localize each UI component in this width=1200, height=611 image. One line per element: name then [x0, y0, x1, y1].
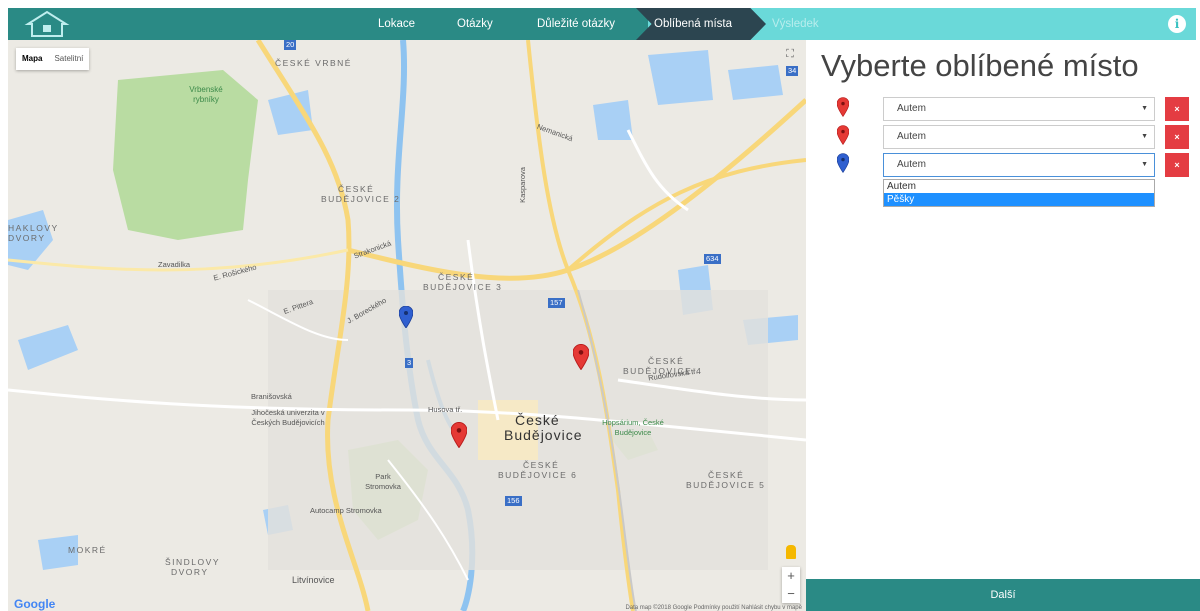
- map-label: Litvínovice: [292, 575, 335, 585]
- step-navigation: Lokace Otázky Důležité otázky Oblíbená m…: [8, 8, 1196, 40]
- transport-select[interactable]: Autem ▼: [883, 153, 1155, 177]
- map-label: Zavadilka: [158, 260, 191, 269]
- info-icon[interactable]: i: [1168, 15, 1186, 33]
- chevron-down-icon: ▼: [1141, 105, 1148, 112]
- road-badge: 156: [505, 496, 522, 506]
- map-view[interactable]: Mapa Satelitní ⛶ ČESKÉ VRBNÉ Vrbenské ry…: [8, 40, 806, 611]
- nav-item-lokace[interactable]: Lokace: [378, 8, 415, 40]
- nav-item-dulezite-otazky[interactable]: Důležité otázky: [537, 8, 615, 40]
- transport-select[interactable]: Autem ▼: [883, 125, 1155, 149]
- map-label: ČESKÉ: [338, 184, 375, 194]
- map-attribution[interactable]: Data map ©2018 Google Podmínky použití N…: [625, 605, 802, 611]
- transport-dropdown-list: Autem Pěšky: [883, 179, 1155, 207]
- home-logo-icon[interactable]: [22, 10, 72, 38]
- map-marker-blue[interactable]: [399, 306, 413, 328]
- map-label: Park Stromovka: [365, 472, 401, 491]
- map-label: ČESKÉ: [438, 272, 475, 282]
- map-label: Husova tř.: [428, 405, 463, 414]
- nav-item-otazky[interactable]: Otázky: [457, 8, 493, 40]
- transport-select-value: Autem: [897, 159, 926, 170]
- delete-button[interactable]: ×: [1165, 97, 1189, 121]
- transport-select-value: Autem: [897, 131, 926, 142]
- nav-item-oblibena-mista[interactable]: Oblíbená místa: [654, 8, 732, 40]
- fullscreen-icon[interactable]: ⛶: [782, 46, 798, 62]
- favorite-places-panel: Vyberte oblíbené místo Autem ▼ × Autem ▼…: [806, 40, 1200, 611]
- map-pin-red-icon: [837, 125, 849, 145]
- page-title: Vyberte oblíbené místo: [821, 48, 1139, 83]
- google-logo: Google: [14, 597, 56, 611]
- map-marker-red[interactable]: [451, 422, 467, 448]
- map-label: MOKRÉ: [68, 545, 107, 555]
- map-label-city: Budějovice: [504, 427, 583, 443]
- map-label: ČESKÉ: [523, 460, 560, 470]
- map-label: Branišovská: [251, 392, 292, 401]
- map-label: Autocamp Stromovka: [310, 506, 382, 515]
- map-label: ŠINDLOVY: [165, 557, 220, 567]
- map-label: Kasparova: [517, 167, 527, 203]
- delete-button[interactable]: ×: [1165, 153, 1189, 177]
- transport-select[interactable]: Autem ▼: [883, 97, 1155, 121]
- road-badge: 634: [704, 254, 721, 264]
- road-badge: 3: [405, 358, 414, 368]
- map-label: BUDĚJOVICE 6: [498, 470, 578, 480]
- zoom-in-button[interactable]: +: [782, 567, 800, 585]
- map-label: DVORY: [8, 233, 46, 243]
- street-view-pegman-icon[interactable]: [786, 545, 796, 559]
- next-button[interactable]: Další: [806, 579, 1200, 611]
- map-type-map[interactable]: Mapa: [16, 48, 48, 70]
- map-label: Jihočeská univerzita v Českých Budějovic…: [251, 408, 325, 427]
- map-label: ČESKÉ: [708, 470, 745, 480]
- map-pin-red-icon: [837, 97, 849, 117]
- map-type-satellite[interactable]: Satelitní: [48, 48, 89, 70]
- chevron-down-icon: ▼: [1141, 133, 1148, 140]
- place-row: Autem ▼ ×: [806, 153, 1200, 179]
- nav-item-vysledek[interactable]: Výsledek: [772, 8, 819, 40]
- map-label: BUDĚJOVICE 3: [423, 282, 503, 292]
- road-badge: 34: [786, 66, 799, 76]
- road-badge: 157: [548, 298, 565, 308]
- zoom-out-button[interactable]: −: [782, 585, 800, 603]
- road-badge: 20: [284, 40, 297, 50]
- transport-select-value: Autem: [897, 103, 926, 114]
- map-marker-red[interactable]: [573, 344, 589, 370]
- place-row: Autem ▼ ×: [806, 97, 1200, 123]
- place-row: Autem ▼ ×: [806, 125, 1200, 151]
- map-label: ČESKÉ VRBNÉ: [275, 58, 352, 68]
- map-label-city: České: [515, 412, 560, 428]
- map-label: DVORY: [171, 567, 209, 577]
- map-pin-blue-icon: [837, 153, 849, 173]
- map-label: BUDĚJOVICE 2: [321, 194, 401, 204]
- zoom-control: + −: [782, 567, 800, 603]
- map-label: HAKLOVY: [8, 223, 59, 233]
- dropdown-option-pesky[interactable]: Pěšky: [884, 193, 1154, 206]
- map-type-control: Mapa Satelitní: [16, 48, 90, 70]
- map-label: Vrbenské rybníky: [189, 85, 223, 104]
- delete-button[interactable]: ×: [1165, 125, 1189, 149]
- chevron-down-icon: ▼: [1141, 161, 1148, 168]
- map-label: ČESKÉ: [648, 356, 685, 366]
- dropdown-option-autem[interactable]: Autem: [884, 180, 1154, 193]
- map-label: Hopsárium, České Budějovice: [602, 418, 664, 437]
- map-label: BUDĚJOVICE 5: [686, 480, 766, 490]
